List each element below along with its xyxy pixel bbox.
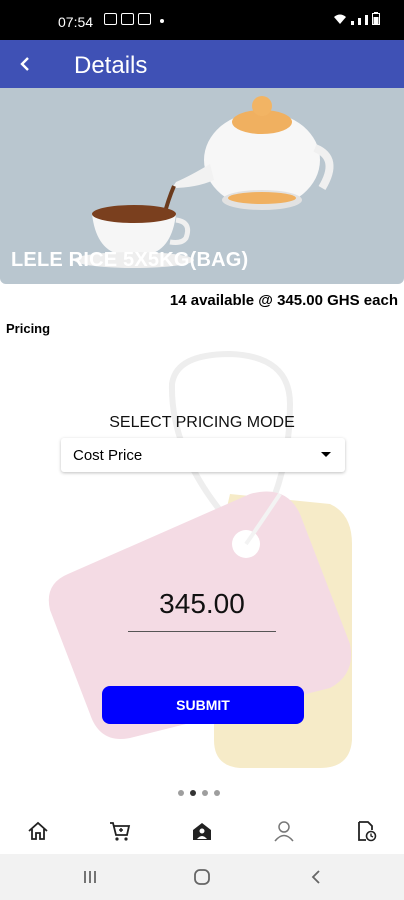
chevron-left-icon bbox=[20, 57, 29, 71]
notification-icon bbox=[104, 13, 117, 25]
notification-icon bbox=[138, 13, 151, 25]
page-indicator bbox=[178, 790, 220, 796]
nav-profile[interactable] bbox=[270, 818, 298, 844]
home-system-button[interactable] bbox=[189, 866, 215, 888]
signal-icon bbox=[351, 21, 354, 25]
page-title: Details bbox=[74, 52, 148, 79]
notification-icons bbox=[104, 13, 151, 25]
pricing-section-label: Pricing bbox=[6, 321, 51, 336]
pricing-panel: SELECT PRICING MODE Cost Price 345.00 SU… bbox=[0, 344, 404, 780]
person-icon bbox=[274, 821, 294, 842]
back-button[interactable] bbox=[10, 48, 40, 80]
more-notifications-icon bbox=[160, 19, 164, 23]
page-dot bbox=[178, 790, 184, 796]
pricing-mode-select[interactable]: Cost Price bbox=[61, 438, 345, 472]
document-clock-icon bbox=[358, 821, 377, 842]
home-circle-icon bbox=[194, 869, 210, 885]
nav-home[interactable] bbox=[24, 818, 52, 844]
pricing-mode-title: SELECT PRICING MODE bbox=[109, 414, 295, 431]
system-nav-bar bbox=[0, 854, 404, 900]
price-input[interactable]: 345.00 bbox=[128, 584, 276, 632]
availability-text: 14 available @ 345.00 GHS each bbox=[169, 292, 398, 309]
pricing-mode-value: Cost Price bbox=[73, 446, 143, 464]
recent-apps-icon bbox=[84, 871, 96, 883]
status-bar: 07:54 bbox=[0, 0, 404, 40]
signal-wifi-battery-icons bbox=[333, 12, 380, 25]
app-bar: Details bbox=[0, 40, 404, 88]
submit-button[interactable]: SUBMIT bbox=[102, 686, 304, 724]
back-chevron-icon bbox=[311, 870, 320, 884]
cart-icon bbox=[110, 822, 131, 841]
page-dot-active bbox=[190, 790, 196, 796]
product-image: LELE RICE 5X5KG(BAG) bbox=[0, 88, 404, 284]
nav-store[interactable] bbox=[188, 818, 216, 844]
wifi-icon bbox=[334, 14, 346, 24]
recent-apps-button[interactable] bbox=[77, 866, 103, 888]
page-dot bbox=[214, 790, 220, 796]
nav-history[interactable] bbox=[352, 818, 380, 844]
nav-cart[interactable] bbox=[106, 818, 134, 844]
status-time: 07:54 bbox=[58, 14, 94, 30]
back-system-button[interactable] bbox=[303, 866, 329, 888]
product-name: LELE RICE 5X5KG(BAG) bbox=[11, 249, 249, 271]
store-icon bbox=[193, 823, 211, 840]
dropdown-arrow-icon bbox=[321, 452, 331, 457]
battery-icon bbox=[372, 12, 380, 25]
notification-icon bbox=[121, 13, 134, 25]
home-icon bbox=[28, 821, 48, 840]
bottom-nav bbox=[0, 808, 404, 854]
page-dot bbox=[202, 790, 208, 796]
